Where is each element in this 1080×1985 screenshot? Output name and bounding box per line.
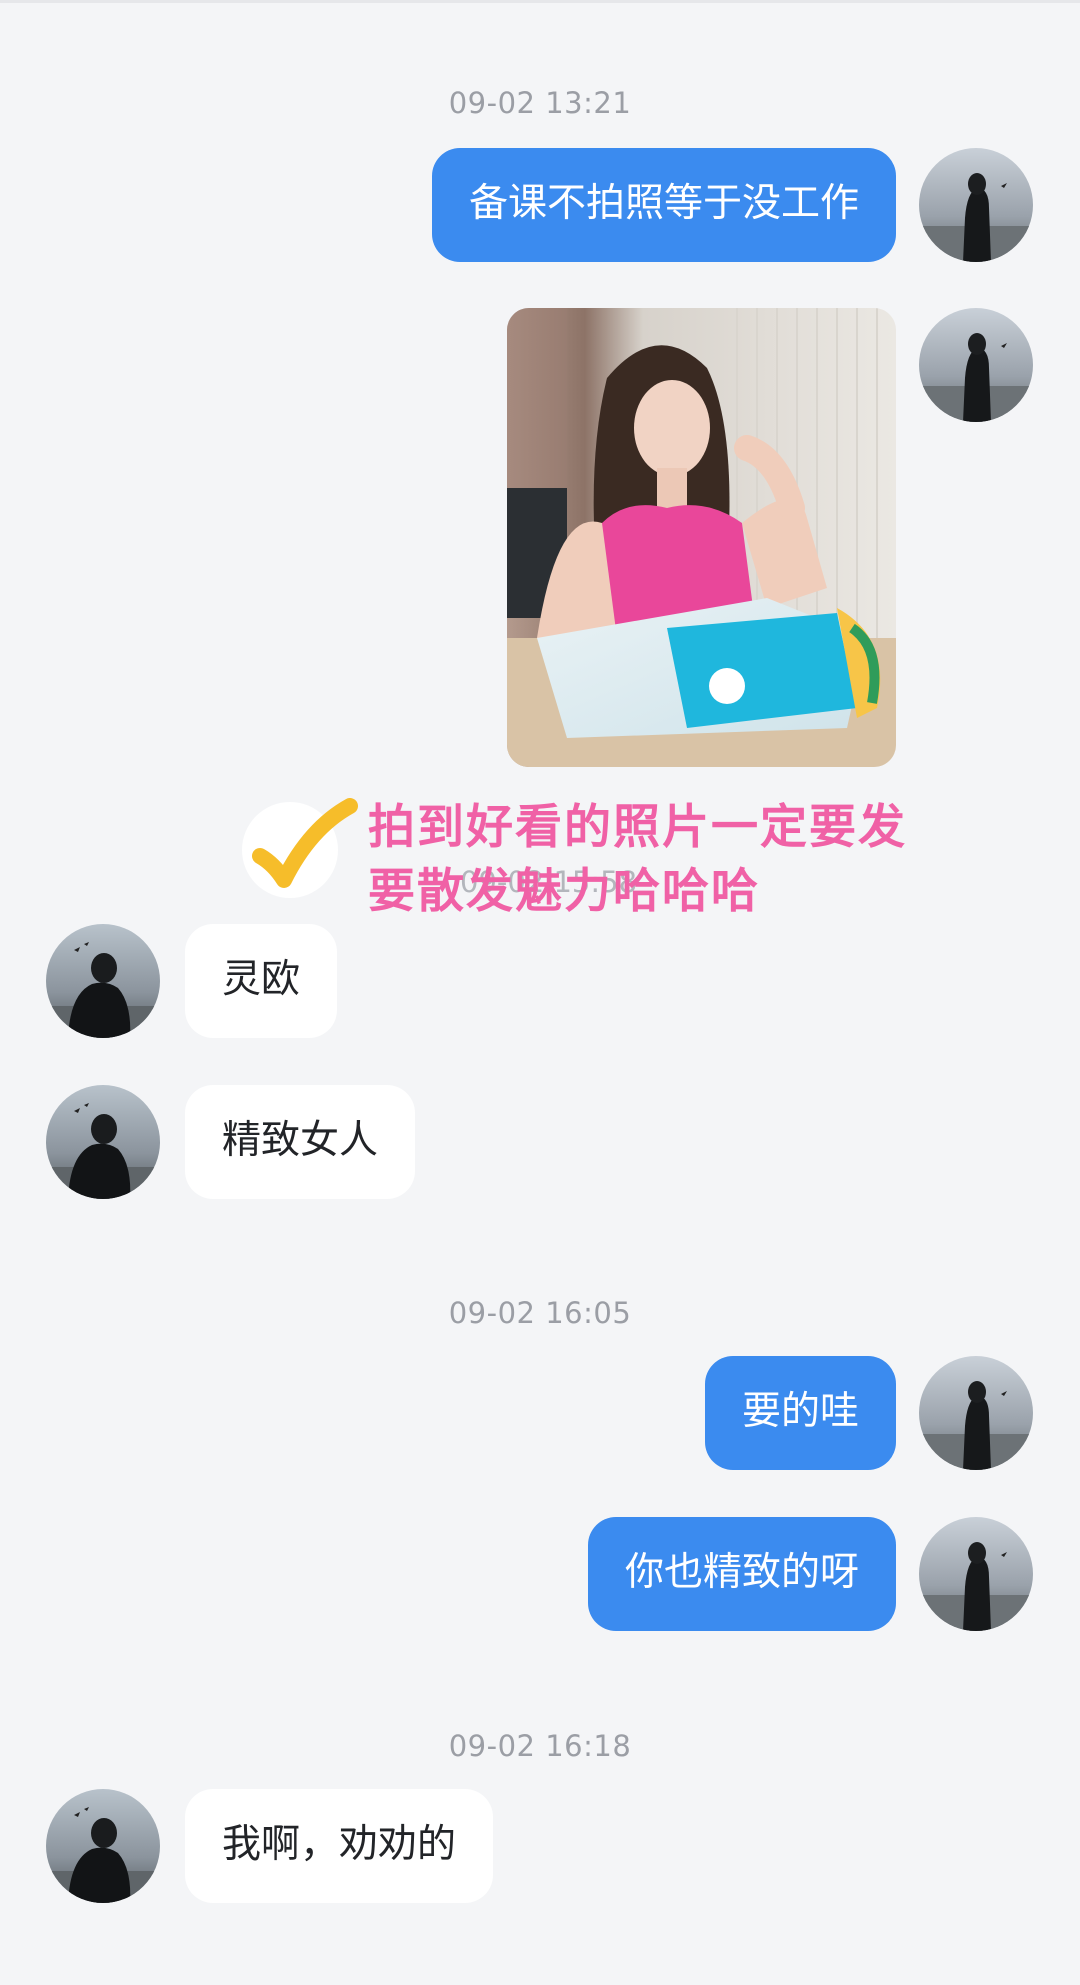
- message-bubble-outgoing[interactable]: 备课不拍照等于没工作: [431, 148, 896, 262]
- message-bubble-outgoing[interactable]: 要的哇: [704, 1356, 896, 1470]
- message-bubble-incoming[interactable]: 我啊，劝劝的: [185, 1789, 494, 1903]
- contact-avatar[interactable]: [46, 1789, 160, 1903]
- timestamp: 09-02 16:18: [448, 1729, 632, 1763]
- timestamp: 09-02 13:21: [448, 86, 632, 120]
- my-avatar[interactable]: [919, 308, 1033, 422]
- timestamp: 09-02 16:05: [448, 1296, 632, 1330]
- my-avatar[interactable]: [919, 1517, 1033, 1631]
- contact-avatar[interactable]: [46, 1085, 160, 1199]
- message-bubble-outgoing[interactable]: 你也精致的呀: [587, 1517, 896, 1631]
- my-avatar[interactable]: [919, 1356, 1033, 1470]
- annotation-line-1: 拍到好看的照片一定要发: [368, 800, 907, 855]
- check-icon: [240, 798, 360, 906]
- message-bubble-incoming[interactable]: 灵欧: [185, 924, 338, 1038]
- my-avatar[interactable]: [919, 148, 1033, 262]
- annotation-line-2: 要散发魅力哈哈哈: [368, 864, 760, 919]
- top-divider: [0, 0, 1080, 3]
- contact-avatar[interactable]: [46, 924, 160, 1038]
- photo-message[interactable]: [507, 308, 896, 767]
- message-bubble-incoming[interactable]: 精致女人: [185, 1085, 416, 1199]
